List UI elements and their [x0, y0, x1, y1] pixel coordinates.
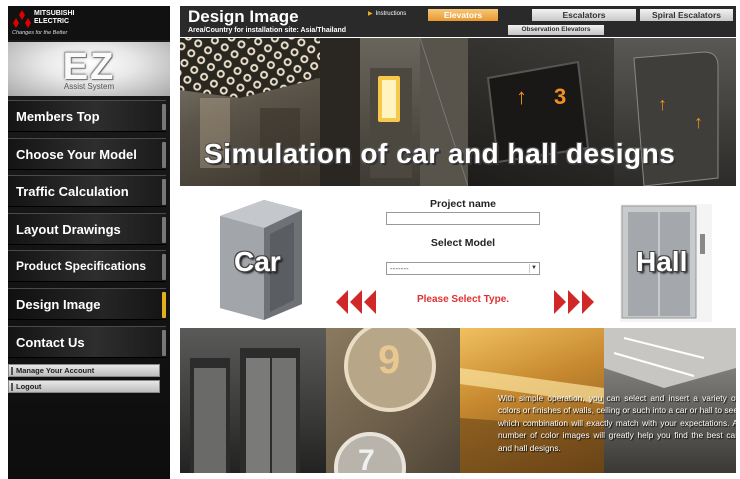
sidebar-item-choose-your-model[interactable]: Choose Your Model [8, 138, 166, 170]
ez-assist-logo[interactable]: EZ Assist System [8, 42, 170, 96]
previous-arrows-icon[interactable] [336, 290, 376, 314]
project-name-input[interactable] [386, 212, 540, 225]
sidebar-item-edge [162, 142, 166, 168]
ez-logo-subtitle: Assist System [63, 82, 115, 91]
sidebar-item-label: Members Top [16, 109, 100, 124]
tab-spiral-escalators[interactable]: Spiral Escalators [640, 9, 733, 21]
select-model-label: Select Model [430, 237, 496, 249]
car-label[interactable]: Car [234, 246, 281, 278]
project-name-label: Project name [430, 198, 496, 210]
sidebar-item-label: Contact Us [16, 335, 85, 350]
next-arrows-icon[interactable] [554, 290, 594, 314]
page-title: Design Image [188, 7, 299, 26]
select-model-dropdown[interactable]: ------- ▼ [386, 262, 540, 275]
sidebar-item-label: Design Image [16, 297, 101, 312]
logout-link[interactable]: Logout [8, 380, 160, 393]
sidebar-item-members-top[interactable]: Members Top [8, 100, 166, 132]
tab-elevators[interactable]: Elevators [428, 9, 498, 21]
manage-account-link[interactable]: Manage Your Account [8, 364, 160, 377]
button-digit-top: 9 [378, 338, 401, 382]
tab-escalators[interactable]: Escalators [532, 9, 636, 21]
brand-name: MITSUBISHI ELECTRIC [34, 10, 75, 25]
sidebar-item-traffic-calculation[interactable]: Traffic Calculation [8, 175, 166, 207]
sidebar-item-contact-us[interactable]: Contact Us [8, 326, 166, 358]
sidebar-item-label: Choose Your Model [16, 147, 137, 162]
select-model-value: ------- [390, 264, 409, 273]
mitsubishi-logo-icon [13, 10, 31, 28]
logout-label: Logout [16, 382, 42, 391]
sidebar-item-edge [162, 217, 166, 243]
instructions-link[interactable]: ▶ Instructions [368, 10, 406, 17]
tab-observation-elevators[interactable]: Observation Elevators [508, 25, 604, 35]
lantern-arrow-glyph: ↑ [658, 94, 667, 114]
sidebar-item-edge [162, 330, 166, 356]
sidebar-item-active-edge [162, 292, 166, 318]
feature-description: With simple operation, you can select an… [498, 393, 736, 453]
showcase-panel-button: 9 7 [326, 328, 460, 473]
sidebar-item-edge [162, 254, 166, 280]
sidebar-item-design-image[interactable]: Design Image [8, 288, 166, 320]
indicator-arrow-glyph: ↑ [516, 84, 527, 109]
instructions-label: Instructions [375, 11, 407, 17]
sidebar-item-label: Layout Drawings [16, 222, 121, 237]
sidebar-item-product-specifications[interactable]: Product Specifications [8, 250, 166, 282]
showcase-banner: 9 7 With simple operation, you can selec… [180, 328, 736, 473]
hall-label[interactable]: Hall [636, 246, 687, 278]
sidebar: MITSUBISHI ELECTRIC Changes for the Bett… [8, 6, 170, 479]
sidebar-item-label: Product Specifications [16, 259, 147, 273]
showcase-panel-doors [180, 328, 326, 473]
lantern-side-arrow-glyph: ↑ [694, 112, 703, 132]
sidebar-item-label: Traffic Calculation [16, 184, 129, 199]
hero-banner: ↑ 3 ↑ ↑ Simulation of car and hall desig… [180, 38, 736, 186]
manage-account-label: Manage Your Account [16, 366, 95, 375]
hero-heading: Simulation of car and hall designs [204, 138, 676, 169]
brand-header: MITSUBISHI ELECTRIC Changes for the Bett… [8, 6, 170, 40]
play-triangle-icon: ▶ [368, 11, 373, 17]
brand-tagline: Changes for the Better [12, 30, 68, 36]
elevator-doors-image [190, 348, 300, 473]
sidebar-item-layout-drawings[interactable]: Layout Drawings [8, 213, 166, 245]
button-digit-bottom: 7 [358, 444, 375, 473]
chevron-down-icon: ▼ [529, 264, 538, 273]
page-header: Design Image Area/Country for installati… [180, 6, 736, 37]
status-message: Please Select Type. [416, 294, 510, 305]
design-selection-area: Car Project name Select Model ------- ▼ … [180, 186, 736, 328]
sidebar-item-edge [162, 179, 166, 205]
link-bullet [11, 383, 13, 391]
installation-site-info: Area/Country for installation site: Asia… [188, 27, 347, 34]
sidebar-item-edge [162, 104, 166, 130]
link-bullet [11, 367, 13, 375]
indicator-floor-glyph: 3 [554, 84, 567, 109]
